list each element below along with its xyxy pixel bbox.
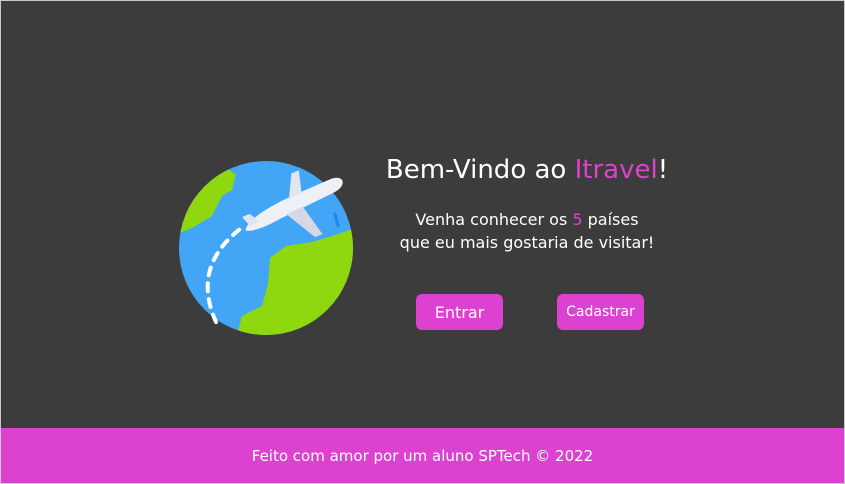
- page-border: [0, 0, 845, 484]
